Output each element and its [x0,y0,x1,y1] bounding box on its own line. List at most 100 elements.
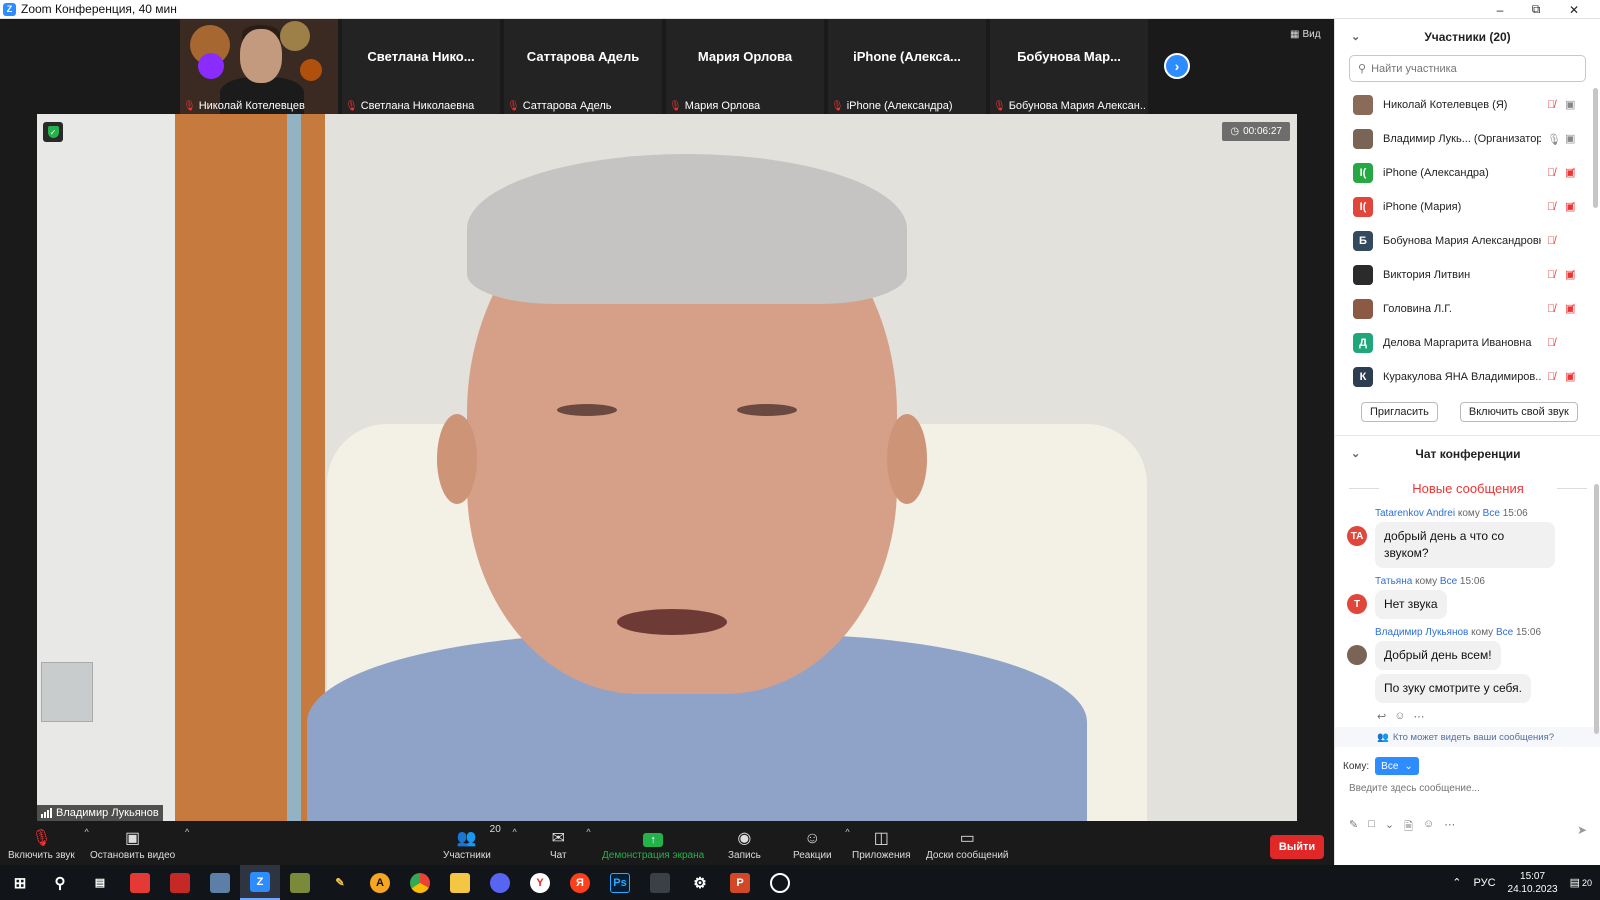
participant-row[interactable]: I(iPhone (Мария) 🎙̸ ▣̸ [1335,190,1600,224]
whiteboards-button[interactable]: ▭ Доски сообщений [926,821,1009,865]
invite-button[interactable]: Пригласить [1361,402,1438,422]
format-icon[interactable]: ✎ [1349,818,1358,837]
taskbar-app-yandex[interactable]: Я [560,865,600,900]
mic-icon[interactable]: 🎙 [1547,133,1561,146]
participant-row[interactable]: I(iPhone (Александра) 🎙̸ ▣̸ [1335,156,1600,190]
taskbar-app-acrobat[interactable] [120,865,160,900]
restore-icon[interactable]: ⧉ [1518,0,1554,19]
taskbar-app-game[interactable] [280,865,320,900]
encryption-shield-icon[interactable]: ✓ [43,122,63,142]
next-page-arrow-icon[interactable]: › [1164,53,1190,79]
taskbar-app-photoshop[interactable]: Ps [600,865,640,900]
mic-muted-icon[interactable]: 🎙̸ [1547,235,1555,247]
mic-muted-icon[interactable]: 🎙̸ [1547,371,1555,383]
participant-list-scrollbar[interactable] [1593,88,1598,208]
share-screen-button[interactable]: ↑ Демонстрация экрана [602,821,704,865]
mic-muted-icon[interactable]: 🎙̸ [1547,269,1555,281]
camera-off-icon[interactable]: ▣̸ [1565,200,1575,213]
minimize-icon[interactable]: – [1482,0,1518,19]
thumbnail-participant[interactable]: iPhone (Алекса... 🎙 iPhone (Александра) [828,19,986,114]
send-icon[interactable]: ➤ [1577,823,1587,837]
apps-button[interactable]: ◫ Приложения [852,821,911,865]
task-view-button[interactable]: ▤ [80,865,120,900]
start-button[interactable]: ⊞ [0,865,40,900]
chat-message-input[interactable] [1349,783,1579,794]
taskbar-app-yandex-browser[interactable]: Y [520,865,560,900]
participant-row[interactable]: Николай Котелевцев (Я) 🎙̸ ▣ [1335,88,1600,122]
camera-off-icon[interactable]: ▣̸ [1565,370,1575,383]
mic-muted-icon[interactable]: 🎙̸ [1547,167,1555,179]
record-button[interactable]: ◉ Запись [728,821,761,865]
mic-muted-icon[interactable]: 🎙̸ [1547,201,1555,213]
participant-row[interactable]: Б Бобунова Мария Александровна 🎙̸ [1335,224,1600,258]
mic-muted-icon[interactable]: 🎙̸ [1547,337,1555,349]
more-icon[interactable]: ⋯ [1444,818,1455,837]
mic-muted-icon[interactable]: 🎙̸ [1547,303,1555,315]
camera-off-icon[interactable]: ▣̸ [1565,268,1575,281]
chevron-up-icon[interactable]: ^ [845,827,849,837]
chevron-down-icon[interactable]: ⌄ [1385,818,1394,837]
view-button[interactable]: ▦ Вид [1290,29,1321,40]
message-sender[interactable]: Татьяна [1375,576,1412,587]
taskbar-app-pen[interactable]: ✎ [320,865,360,900]
taskbar-app-zoom[interactable]: Z [240,865,280,900]
search-button[interactable]: ⚲ [40,865,80,900]
thumbnail-self[interactable]: 🎙 Николай Котелевцев [180,19,338,114]
camera-off-icon[interactable]: ▣̸ [1565,302,1575,315]
participant-row[interactable]: Виктория Литвин 🎙̸ ▣̸ [1335,258,1600,292]
chat-message[interactable]: TA Tatarenkov Andrei кому Все 15:06 добрый… [1335,508,1600,572]
taskbar-app-davinci[interactable] [640,865,680,900]
thumbnail-participant[interactable]: Бобунова Мар... 🎙 Бобунова Мария Алексан.… [990,19,1148,114]
chevron-down-icon[interactable]: ⌄ [1351,30,1360,43]
camera-icon[interactable]: ▣ [1565,132,1575,145]
chat-button[interactable]: ✉ Чат ^ [550,821,591,865]
message-sender[interactable]: Tatarenkov Andrei [1375,508,1455,519]
chat-message[interactable]: Владимир Лукьянов кому Все 15:06 Добрый д… [1335,627,1600,707]
thumbnail-participant[interactable]: Саттарова Адель 🎙 Саттарова Адель [504,19,662,114]
participant-search[interactable]: ⚲ [1349,55,1586,82]
chat-scrollbar[interactable] [1594,484,1599,734]
participant-row[interactable]: Владимир Лукь... (Организатор) 🎙 ▣ [1335,122,1600,156]
taskbar-app-avast[interactable]: A [360,865,400,900]
reply-icon[interactable]: ↩ [1377,710,1386,723]
taskbar-app-explorer[interactable] [440,865,480,900]
more-icon[interactable]: ⋯ [1413,710,1424,723]
participant-row[interactable]: Головина Л.Г. 🎙̸ ▣̸ [1335,292,1600,326]
message-sender[interactable]: Владимир Лукьянов [1375,627,1468,638]
chat-message[interactable]: Т Татьяна кому Все 15:06 Нет звука [1335,576,1600,623]
emoji-icon[interactable]: ☺ [1423,818,1434,837]
unmute-button[interactable]: 🎙 Включить звук ^ [8,821,89,865]
chevron-up-icon[interactable]: ^ [185,827,189,837]
participants-button[interactable]: 👥 Участники 20 ^ [443,821,517,865]
chevron-up-icon[interactable]: ^ [84,827,88,837]
taskbar-app-red[interactable] [160,865,200,900]
taskbar-app-powerpoint[interactable]: P [720,865,760,900]
who-can-see-link[interactable]: 👥 Кто может видеть ваши сообщения? [1335,727,1600,747]
camera-off-icon[interactable]: ▣̸ [1565,166,1575,179]
thumbnail-participant[interactable]: Светлана Нико... 🎙 Светлана Николаевна [342,19,500,114]
file-icon[interactable]: 🗎 [1404,818,1413,837]
taskbar-app-settings[interactable]: ⚙ [680,865,720,900]
participant-row[interactable]: К Куракулова ЯНА Владимиров... 🎙̸ ▣̸ [1335,360,1600,393]
unmute-me-button[interactable]: Включить свой звук [1459,402,1578,422]
taskbar-app-computer[interactable] [200,865,240,900]
screenshot-icon[interactable]: □ [1368,818,1375,837]
camera-icon[interactable]: ▣ [1565,98,1575,111]
chevron-up-icon[interactable]: ^ [586,827,590,837]
mic-muted-icon[interactable]: 🎙̸ [1547,99,1555,111]
taskbar-app-recorder[interactable] [760,865,800,900]
participant-row[interactable]: Д Делова Маргарита Ивановна 🎙̸ [1335,326,1600,360]
recipient-select[interactable]: Все ⌄ [1375,757,1419,775]
chevron-up-icon[interactable]: ⌃ [1452,876,1461,889]
reactions-button[interactable]: ☺ Реакции ^ [793,821,850,865]
thumbnail-participant[interactable]: Мария Орлова 🎙 Мария Орлова [666,19,824,114]
leave-button[interactable]: Выйти [1270,835,1324,859]
close-icon[interactable]: ✕ [1556,0,1592,19]
notifications-icon[interactable]: ▤ 20 [1570,876,1592,889]
taskbar-app-discord[interactable] [480,865,520,900]
language-indicator[interactable]: РУС [1473,877,1495,889]
participant-search-input[interactable] [1371,62,1572,75]
chevron-up-icon[interactable]: ^ [513,827,517,837]
taskbar-app-chrome[interactable] [400,865,440,900]
chevron-down-icon[interactable]: ⌄ [1351,447,1360,460]
